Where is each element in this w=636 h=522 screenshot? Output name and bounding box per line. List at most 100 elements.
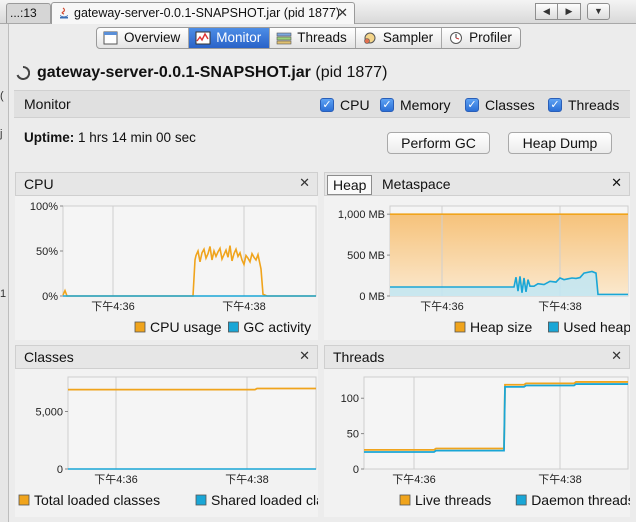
threads-legend-label-0: Live threads [415,492,491,508]
check-icon: ✓ [380,98,394,112]
classes-chart: 5,000 0 下午4:36 下午4:38 Total loaded classes Sh… [15,369,318,517]
app-pid: (pid 1877) [315,64,388,81]
cpu-ytick-label-0: 100% [30,201,58,213]
tab-previous[interactable]: ...:13 [6,3,51,23]
heap-panel: Heap Metaspace ✕ 1,000 MB 500 MB 0 MB 下午4:3… [324,172,630,340]
threads-legend-swatch-1 [515,494,527,506]
left-edge-char-a: ( [0,90,4,102]
close-icon[interactable]: ✕ [299,175,310,191]
left-edge-char-b: j [0,128,3,140]
scroll-tabs-right-button[interactable]: ▶ [558,3,581,20]
tab-list-menu-button[interactable]: ▼ [587,3,610,20]
view-tab-sampler-label: Sampler [382,30,434,45]
heap-xtick-label-0: 下午4:36 [420,300,463,313]
classes-xtick-label-1: 下午4:38 [225,473,268,486]
threads-xtick-label-0: 下午4:36 [392,473,435,486]
profiler-icon [450,32,463,44]
cpu-legend-label-1: GC activity [243,319,311,335]
cpu-ytick-label-1: 50% [36,246,58,258]
heap-legend-label-0: Heap size [470,319,532,335]
cpu-ytick-label-2: 0% [42,291,58,303]
tab-metaspace[interactable]: Metaspace [377,175,455,195]
checkbox-threads-label: Threads [568,97,620,113]
classes-panel-title: Classes [24,349,74,365]
threads-panel-header: Threads ✕ [324,345,630,369]
check-icon: ✓ [465,98,479,112]
classes-legend-label-0: Total loaded classes [34,492,160,508]
view-selector: Overview Monitor Threads Sampler Profile… [96,27,521,49]
tab-previous-label: ...:13 [10,6,37,20]
left-panel-edge: ( j 1 [0,24,9,522]
threads-legend-label-1: Daemon threads [531,492,630,508]
view-tab-threads[interactable]: Threads [270,28,356,48]
checkbox-cpu-label: CPU [340,97,370,113]
cpu-panel-header: CPU ✕ [15,172,318,196]
visualvm-window: ...:13 gateway-server-0.0.1-SNAPSHOT.jar… [0,0,636,522]
view-tab-threads-label: Threads [297,30,347,45]
heap-dump-button[interactable]: Heap Dump [508,132,612,154]
cpu-panel-title: CPU [24,176,54,192]
cpu-panel: CPU ✕ 100% 50% 0% 下午4:36 下午4:38 CPU usage GC a… [15,172,318,340]
view-tab-overview[interactable]: Overview [97,28,190,48]
uptime-value: 1 hrs 14 min 00 sec [78,130,196,145]
uptime: Uptime: 1 hrs 14 min 00 sec [24,130,196,145]
heap-xtick-label-1: 下午4:38 [538,300,581,313]
threads-xtick-label-1: 下午4:38 [538,473,581,486]
tab-gateway-server-label: gateway-server-0.0.1-SNAPSHOT.jar (pid 1… [74,6,341,20]
document-tab-bar: ...:13 gateway-server-0.0.1-SNAPSHOT.jar… [0,0,636,24]
checkbox-classes[interactable]: ✓ Classes [465,97,535,113]
heap-legend-swatch-1 [547,321,559,333]
overview-icon [103,31,118,45]
close-icon[interactable]: ✕ [299,348,310,364]
heap-legend-swatch-0 [454,321,466,333]
app-name: gateway-server-0.0.1-SNAPSHOT.jar [37,64,311,81]
view-tab-monitor-label: Monitor [216,30,262,45]
cpu-chart: 100% 50% 0% 下午4:36 下午4:38CPU usage GC activit… [15,196,318,340]
view-tab-sampler[interactable]: Sampler [356,28,443,48]
checkbox-classes-label: Classes [485,97,535,113]
view-tab-profiler[interactable]: Profiler [442,28,520,48]
perform-gc-button[interactable]: Perform GC [387,132,490,154]
classes-plot-area [67,376,317,470]
java-app-icon [60,7,68,19]
threads-legend-swatch-0 [399,494,411,506]
heap-legend-label-1: Used heap [563,319,630,335]
threads-ytick-label-0: 100 [341,393,359,405]
check-icon: ✓ [320,98,334,112]
classes-panel: Classes ✕ 5,000 0 下午4:36 下午4:38 Total loaded… [15,345,318,517]
classes-legend-swatch-0 [18,494,30,506]
heap-ytick-label-2: 0 MB [359,291,385,303]
classes-legend-label-1: Shared loaded classes [211,492,318,508]
cpu-legend-swatch-1 [227,321,239,333]
heap-ytick-label-1: 500 MB [347,250,385,262]
check-icon: ✓ [548,98,562,112]
checkbox-cpu[interactable]: ✓ CPU [320,97,370,113]
close-icon[interactable]: ✕ [611,175,622,191]
tab-nav-buttons: ◀ ▶ ▼ [535,3,610,20]
threads-plot-area [363,376,629,470]
threads-panel-title: Threads [333,349,385,365]
tab-gateway-server[interactable]: gateway-server-0.0.1-SNAPSHOT.jar (pid 1… [51,2,355,24]
tab-heap[interactable]: Heap [327,175,373,195]
view-tab-monitor[interactable]: Monitor [189,28,271,48]
uptime-label: Uptime: [24,130,75,145]
monitor-title: Monitor [24,96,71,112]
threads-ytick-label-2: 0 [353,464,359,476]
classes-ytick-label-0: 5,000 [35,407,63,419]
tab-close-icon[interactable]: ✕ [337,3,348,23]
checkbox-memory[interactable]: ✓ Memory [380,97,451,113]
threads-ytick-label-1: 50 [347,429,359,441]
left-edge-char-c: 1 [0,288,7,300]
threads-panel: Threads ✕ 100 50 0 下午4:36 下午4:38 Live threads… [324,345,630,517]
checkbox-memory-label: Memory [400,97,451,113]
checkbox-threads[interactable]: ✓ Threads [548,97,619,113]
classes-legend-swatch-1 [195,494,207,506]
view-tab-overview-label: Overview [124,30,181,45]
loading-spinner-icon [16,66,30,80]
scroll-tabs-left-button[interactable]: ◀ [535,3,558,20]
close-icon[interactable]: ✕ [611,348,622,364]
heap-chart: 1,000 MB 500 MB 0 MB 下午4:36 下午4:38 Heap size U… [324,196,630,340]
sampler-icon [364,32,376,44]
classes-panel-header: Classes ✕ [15,345,318,369]
heap-panel-header: Heap Metaspace ✕ [324,172,630,196]
